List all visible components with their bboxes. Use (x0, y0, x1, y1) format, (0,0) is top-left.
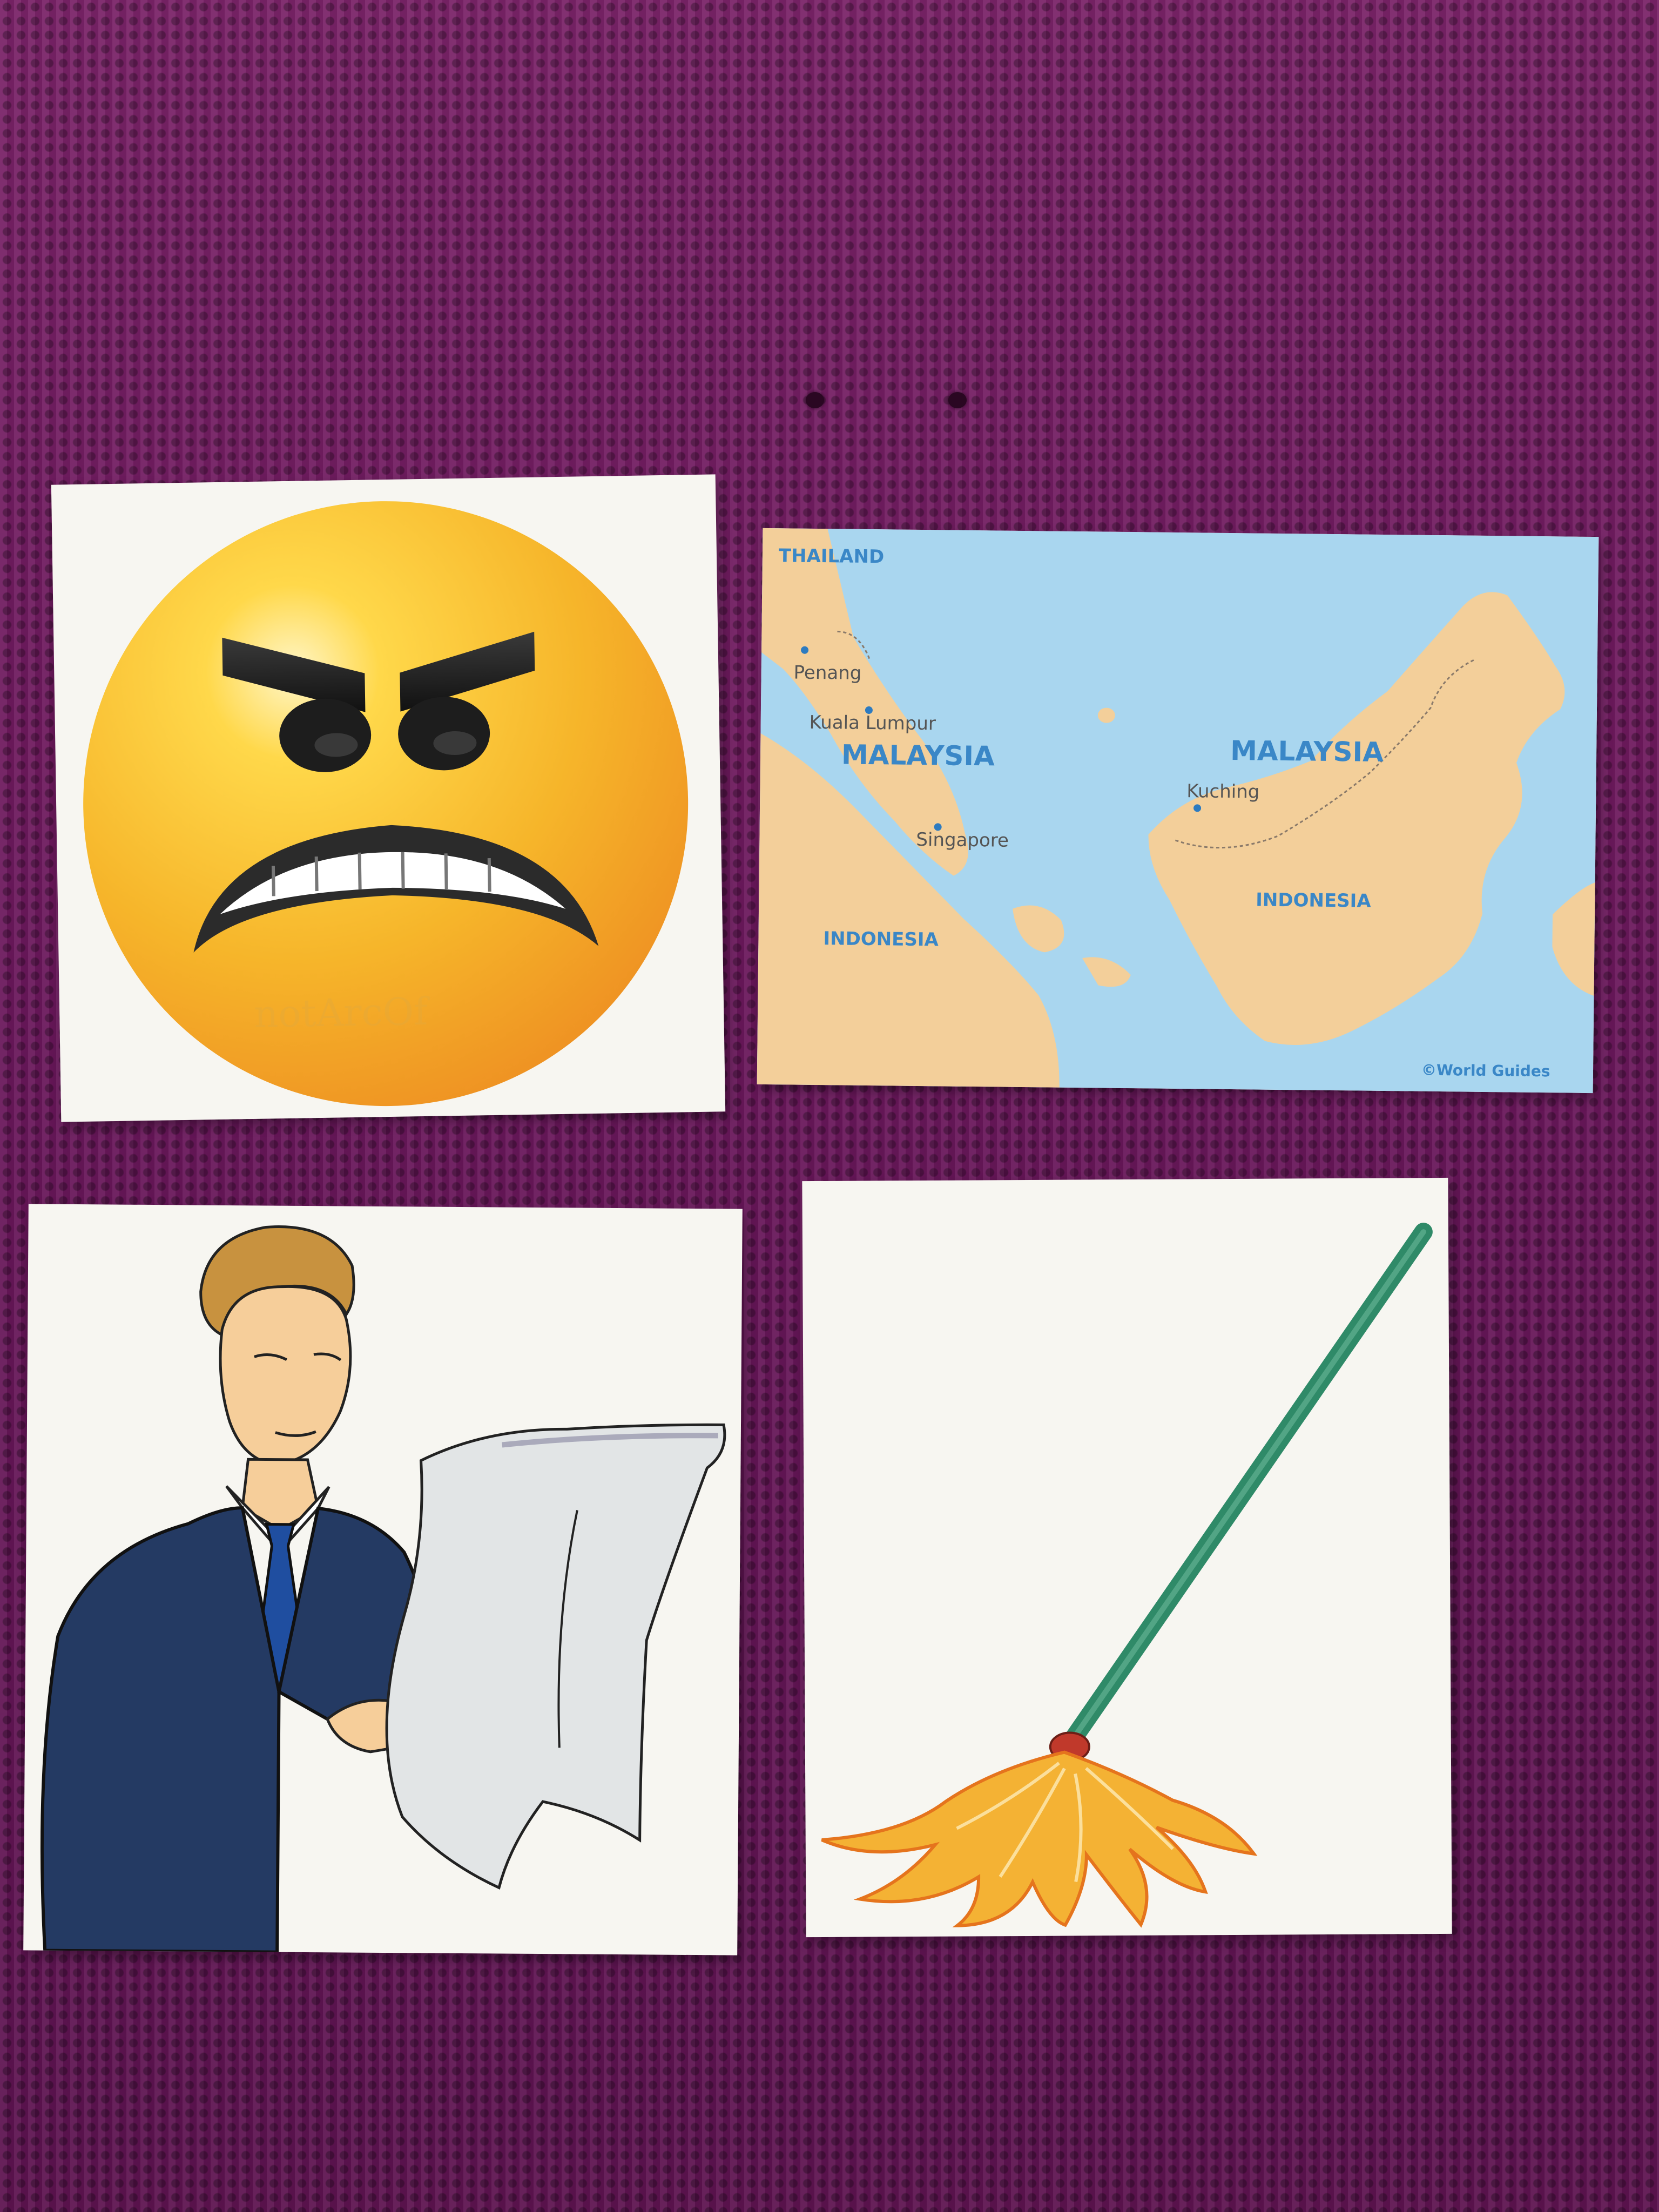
map-label-malaysia-west: MALAYSIA (841, 739, 995, 772)
map-label-indonesia-east: INDONESIA (1256, 889, 1371, 912)
map-credit: ©World Guides (1421, 1061, 1550, 1080)
map-label-malaysia-east: MALAYSIA (1230, 735, 1384, 768)
mop-card (802, 1177, 1452, 1938)
businessman-reading-newspaper-icon (40, 1225, 726, 1954)
watermark-text: notArcOf (254, 989, 431, 1036)
map-label-indonesia-west: INDONESIA (823, 928, 939, 950)
map-icon: THAILAND Penang Kuala Lumpur MALAYSIA Si… (757, 528, 1599, 1094)
map-city-singapore: Singapore (916, 829, 1009, 852)
malaysia-map-card: THAILAND Penang Kuala Lumpur MALAYSIA Si… (757, 528, 1599, 1094)
map-city-kuching: Kuching (1186, 780, 1259, 802)
angry-face-icon: notArcOf (83, 501, 689, 1107)
mop-icon (821, 1223, 1433, 1928)
angry-face-card: notArcOf (51, 474, 726, 1122)
map-city-kuala-lumpur: Kuala Lumpur (809, 712, 936, 734)
businessman-card (23, 1204, 743, 1955)
map-city-penang: Penang (793, 662, 861, 684)
map-label-thailand: THAILAND (779, 545, 885, 568)
mat-hole-left (806, 392, 824, 408)
mat-hole-right (948, 392, 967, 408)
